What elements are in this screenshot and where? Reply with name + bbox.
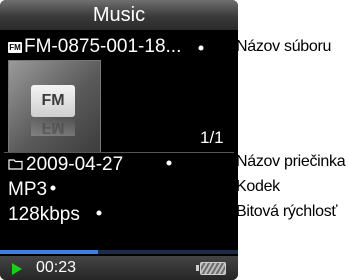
callout-bitrate: Bitová rýchlosť [236,203,338,220]
screen-title: Music [0,0,238,30]
callout-file-name: Názov súboru [236,38,332,55]
callout-folder-name: Názov priečinka [236,153,346,170]
folder-icon [8,154,23,176]
track-count: 1/1 [200,128,224,147]
folder-name-row: 2009-04-27 [8,154,123,176]
status-bar: 00:23 [0,256,238,280]
codec: MP3 [8,179,48,200]
file-name: FM-0875-001-18... [24,36,182,57]
battery-icon [200,262,226,275]
progress-bar-fill [0,250,98,254]
fm-file-icon: FM [8,41,22,53]
file-name-row: FM FM-0875-001-18... [8,36,228,58]
callout-codec: Kodek [236,178,280,195]
bitrate: 128kbps [8,204,80,225]
fm-radio-reflection: FM [31,118,75,136]
player-screen: Music FM FM-0875-001-18... FM FM 1/1 200… [0,0,238,280]
fm-radio-icon: FM [31,85,75,117]
elapsed-time: 00:23 [36,259,77,276]
album-art: FM FM [8,60,101,153]
battery-tip [196,265,199,271]
divider [4,152,234,153]
progress-bar [0,250,238,254]
play-icon [12,263,22,275]
folder-name: 2009-04-27 [26,154,124,175]
